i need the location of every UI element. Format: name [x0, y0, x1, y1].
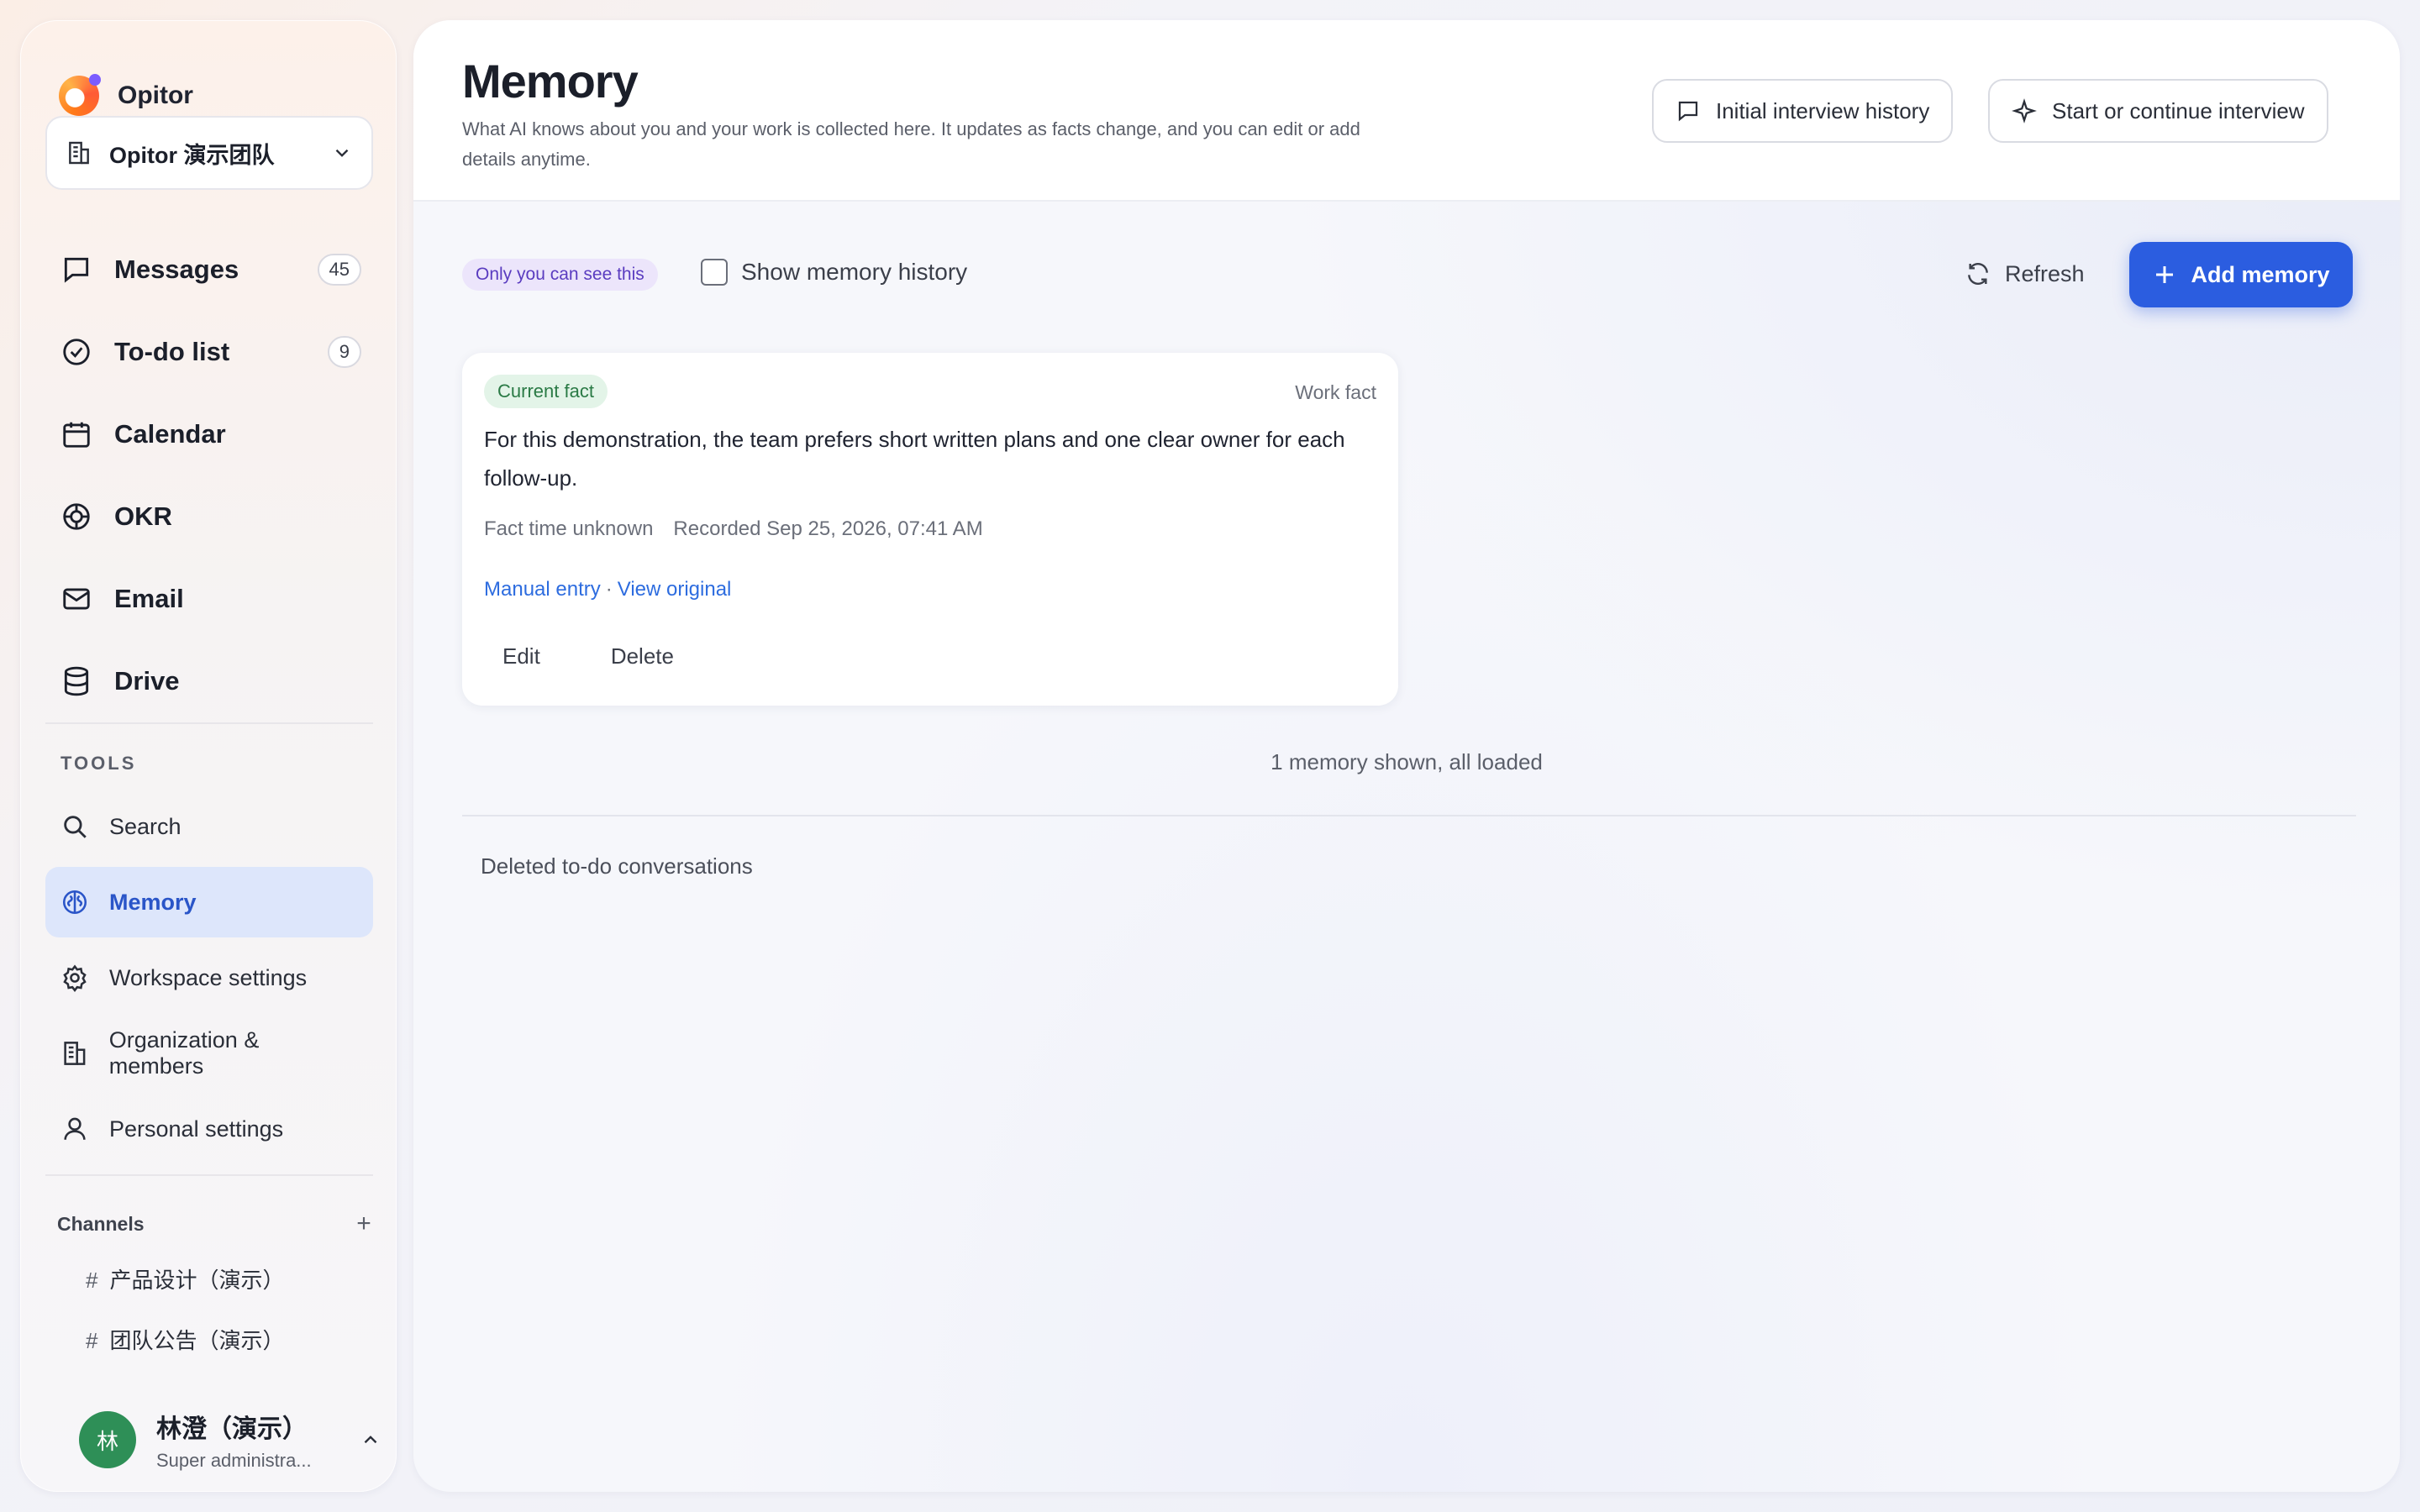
hash-icon: #: [86, 1328, 98, 1353]
memory-actions: Edit Delete: [484, 638, 692, 675]
nav-label: Calendar: [114, 419, 226, 449]
todo-count-badge: 9: [327, 336, 361, 368]
interview-history-label: Initial interview history: [1716, 97, 1930, 123]
user-name: 林澄（演示）: [156, 1415, 308, 1443]
message-icon: [1678, 101, 1698, 122]
privacy-badge: Only you can see this: [462, 259, 658, 291]
gear-icon: [63, 964, 87, 992]
team-name: Opitor 演示团队: [109, 142, 275, 168]
chevron-down-icon: [335, 149, 349, 157]
nav-label: Drive: [114, 666, 180, 696]
nav-item-okr[interactable]: OKR: [45, 475, 373, 558]
user-role: Super administra...: [156, 1450, 312, 1471]
plus-icon: [2156, 266, 2174, 283]
nav-label: OKR: [114, 501, 172, 531]
tool-item-personal-settings[interactable]: Personal settings: [45, 1094, 373, 1164]
sidebar: Opitor Opitor 演示团队 Messages 45 To-do lis…: [20, 20, 397, 1492]
nav-label: To-do list: [114, 337, 230, 366]
search-icon: [64, 816, 87, 838]
sidebar-divider: [45, 722, 373, 724]
sidebar-divider: [45, 1174, 373, 1176]
interview-history-button[interactable]: Initial interview history: [1652, 79, 1954, 143]
start-interview-button[interactable]: Start or continue interview: [1988, 79, 2328, 143]
channel-item[interactable]: # 团队公告（演示）: [86, 1324, 284, 1355]
start-interview-label: Start or continue interview: [2052, 97, 2305, 123]
tool-item-workspace-settings[interactable]: Workspace settings: [45, 942, 373, 1013]
tools-section-title: TOOLS: [60, 753, 137, 774]
show-history-label: Show memory history: [741, 259, 968, 285]
nav-item-todo[interactable]: To-do list 9: [45, 311, 373, 393]
target-icon: [63, 503, 90, 530]
memory-count-status: 1 memory shown, all loaded: [1270, 749, 1543, 774]
memory-meta: Fact time unknown Recorded Sep 25, 2026,…: [484, 517, 983, 541]
tool-label: Organization & members: [108, 1027, 260, 1079]
nav-item-email[interactable]: Email: [45, 558, 373, 640]
main-panel: Memory What AI knows about you and your …: [413, 20, 2400, 1492]
channels-title: Channels: [57, 1212, 145, 1235]
add-memory-button[interactable]: Add memory: [2129, 242, 2353, 307]
page-description: What AI knows about you and your work is…: [462, 118, 1360, 170]
manual-entry-link[interactable]: Manual entry: [484, 578, 601, 601]
recorded-time: Recorded Sep 25, 2026, 07:41 AM: [673, 517, 983, 540]
chevron-up-icon: [364, 1436, 377, 1444]
nav-label: Messages: [114, 255, 239, 284]
memory-source: Manual entry · View original: [484, 578, 731, 601]
refresh-icon: [1968, 263, 1988, 285]
channel-item[interactable]: # 产品设计（演示）: [86, 1263, 284, 1294]
message-icon: [64, 257, 89, 283]
user-profile[interactable]: 林 林澄（演示） Super administra...: [79, 1408, 381, 1472]
building-icon: [64, 1042, 86, 1065]
refresh-button[interactable]: Refresh: [1965, 260, 2085, 287]
show-history-toggle[interactable]: Show memory history: [701, 259, 967, 286]
show-history-checkbox[interactable]: [701, 259, 728, 286]
hash-icon: #: [86, 1268, 98, 1293]
user-icon: [64, 1117, 86, 1140]
tool-label: Workspace settings: [109, 964, 308, 990]
brain-icon: [62, 890, 87, 915]
mail-icon: [63, 588, 90, 610]
unread-count-badge: 45: [317, 254, 361, 286]
tool-item-memory[interactable]: Memory: [45, 867, 373, 937]
tool-item-search[interactable]: Search: [45, 791, 373, 862]
brand-name: Opitor: [118, 81, 193, 109]
refresh-label: Refresh: [2005, 260, 2085, 286]
add-memory-label: Add memory: [2191, 261, 2330, 287]
channels-header: Channels +: [57, 1210, 376, 1238]
tools-nav: Search Memory Workspace settings Organiz…: [45, 791, 373, 1169]
fact-time: Fact time unknown: [484, 517, 654, 540]
tool-item-organization[interactable]: Organization & members: [45, 1018, 373, 1089]
status-badge: Current fact: [484, 375, 608, 408]
deleted-conversations-toggle[interactable]: Deleted to-do conversations: [481, 853, 753, 879]
calendar-icon: [63, 422, 90, 448]
database-icon: [64, 666, 89, 696]
nav-item-drive[interactable]: Drive: [45, 640, 373, 722]
page-header: Memory What AI knows about you and your …: [413, 20, 2400, 202]
fact-type-label: Work fact: [1295, 381, 1376, 403]
channel-label: 团队公告（演示）: [109, 1328, 285, 1353]
memory-text: For this demonstration, the team prefers…: [484, 427, 1345, 491]
check-circle-icon: [63, 339, 90, 365]
edit-button[interactable]: Edit: [484, 638, 559, 675]
source-separator: ·: [605, 578, 613, 601]
brand[interactable]: Opitor: [59, 74, 193, 116]
building-icon: [69, 141, 89, 165]
avatar: 林: [79, 1411, 136, 1468]
add-channel-button[interactable]: +: [351, 1210, 376, 1238]
content-divider: [462, 815, 2356, 816]
view-original-link[interactable]: View original: [618, 578, 732, 601]
channel-label: 产品设计（演示）: [109, 1268, 285, 1293]
opitor-logo-icon: [59, 74, 101, 116]
tool-label: Memory: [109, 889, 197, 915]
tool-label: Search: [109, 813, 182, 839]
nav-item-messages[interactable]: Messages 45: [45, 228, 373, 311]
main-nav: Messages 45 To-do list 9 Calendar OKR Em…: [45, 228, 373, 722]
nav-label: Email: [114, 584, 184, 613]
delete-button[interactable]: Delete: [592, 638, 692, 675]
page-title: Memory: [462, 55, 639, 108]
memory-card: Current fact Work fact For this demonstr…: [462, 353, 1398, 706]
nav-item-calendar[interactable]: Calendar: [45, 393, 373, 475]
tool-label: Personal settings: [109, 1116, 284, 1142]
sparkle-icon: [2012, 98, 2037, 123]
team-selector[interactable]: Opitor 演示团队: [45, 116, 373, 190]
